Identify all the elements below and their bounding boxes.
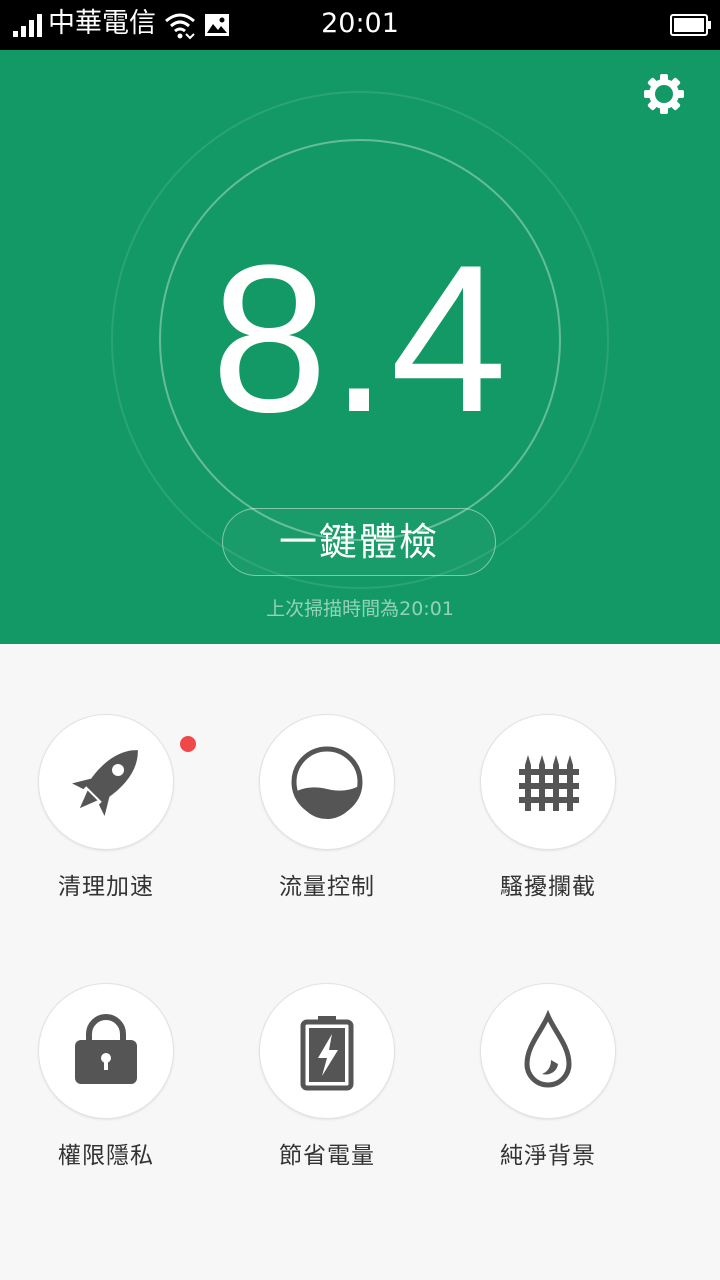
tile-harassment-block[interactable]: 騷擾攔截 [448, 714, 648, 934]
tile-icon-circle [480, 983, 616, 1119]
battery-charging-icon [300, 1016, 354, 1091]
last-scan-time: 上次掃描時間為20:01 [266, 598, 454, 620]
tile-clean-background[interactable]: 純淨背景 [448, 983, 648, 1203]
data-gauge-icon [291, 746, 363, 820]
one-click-check-button[interactable]: 一鍵體檢 [222, 508, 496, 576]
tile-label: 流量控制 [279, 874, 375, 900]
tile-label: 純淨背景 [500, 1143, 596, 1169]
tile-permission-privacy[interactable]: 權限隱私 [6, 983, 206, 1203]
tile-label: 清理加速 [58, 874, 154, 900]
status-bar: 中華電信 20:01 [0, 0, 720, 50]
lock-icon [75, 1014, 137, 1084]
tile-icon-circle [38, 714, 174, 850]
tile-label: 權限隱私 [58, 1143, 154, 1169]
water-drop-icon [524, 1009, 572, 1088]
fence-icon [519, 755, 579, 811]
clock: 20:01 [321, 8, 399, 39]
tile-label: 騷擾攔截 [500, 874, 596, 900]
rocket-icon [72, 750, 138, 816]
tile-icon-circle [259, 714, 395, 850]
tile-power-saving[interactable]: 節省電量 [227, 983, 427, 1203]
notification-badge [180, 736, 196, 752]
tile-icon-circle [38, 983, 174, 1119]
battery-icon [670, 14, 711, 36]
tile-clean-speedup[interactable]: 清理加速 [6, 714, 206, 934]
tile-label: 節省電量 [279, 1143, 375, 1169]
tile-icon-circle [259, 983, 395, 1119]
tile-data-control[interactable]: 流量控制 [227, 714, 427, 934]
tile-icon-circle [480, 714, 616, 850]
health-score: 8.4 [211, 221, 509, 456]
